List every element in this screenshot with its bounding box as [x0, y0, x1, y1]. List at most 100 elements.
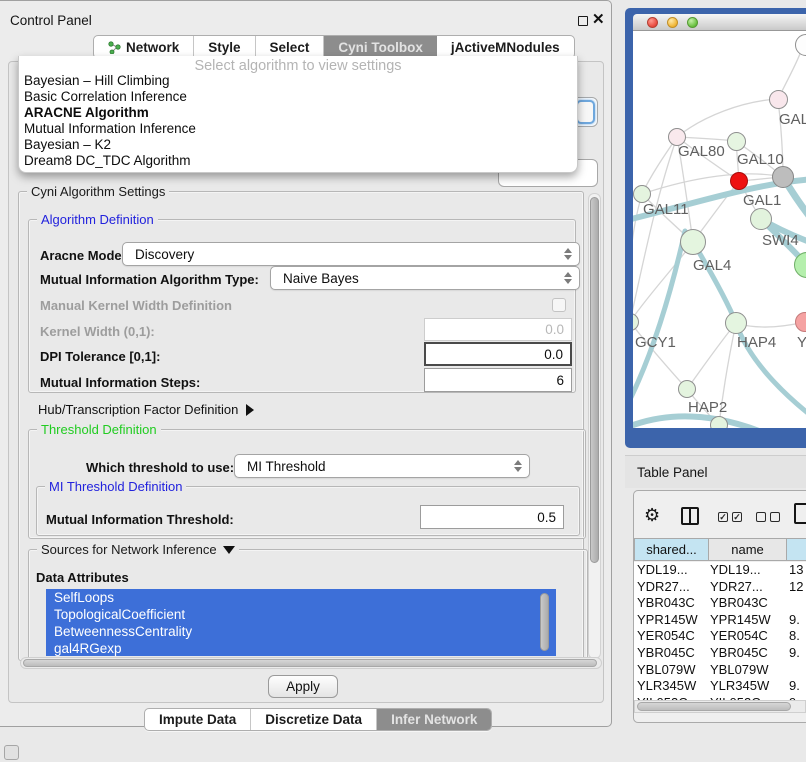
table-row[interactable]: YBR043C YBR043C [634, 595, 806, 612]
node-label: GAL1 [743, 192, 781, 209]
tab-impute-data[interactable]: Impute Data [145, 709, 251, 730]
chevron-down-icon [223, 546, 235, 554]
deselect-all-columns-icon[interactable] [756, 512, 780, 522]
menu-item[interactable]: Dream8 DC_TDC Algorithm [19, 153, 577, 169]
menu-item-aracne[interactable]: ARACNE Algorithm [19, 105, 577, 121]
tab-discretize-data[interactable]: Discretize Data [251, 709, 377, 730]
mi-steps-label: Mutual Information Steps: [40, 375, 200, 390]
table-rows[interactable]: YDL19... YDL19... 13 YDR27... YDR27... 1… [634, 562, 806, 700]
table-row[interactable]: YLR345W YLR345W 9. [634, 678, 806, 695]
table-row[interactable]: YBR045C YBR045C 9. [634, 645, 806, 662]
tab-style[interactable]: Style [194, 36, 255, 58]
column-header-shared[interactable]: shared... [634, 538, 709, 561]
node-gray[interactable] [772, 166, 794, 188]
tab-infer-network[interactable]: Infer Network [377, 709, 491, 730]
spinner-arrows-icon [564, 272, 572, 284]
table-hscrollbar-thumb[interactable] [637, 702, 791, 711]
menu-item[interactable]: Mutual Information Inference [19, 121, 577, 137]
dpi-tolerance-label: DPI Tolerance [0,1]: [40, 349, 160, 364]
collapsed-panel-icon[interactable] [4, 745, 19, 760]
node-gal10[interactable] [727, 132, 746, 151]
network-icon [108, 41, 121, 54]
table-row[interactable]: YBL079W YBL079W [634, 662, 806, 679]
node-label: HAP4 [737, 334, 776, 351]
aracne-mode-combobox[interactable]: Discovery [122, 242, 580, 266]
chevron-right-icon [246, 404, 254, 416]
dpi-tolerance-field[interactable]: 0.0 [424, 342, 572, 366]
node-label: GAL [779, 111, 806, 128]
settings-vertical-scrollbar[interactable] [588, 193, 601, 659]
sources-group-title-row[interactable]: Sources for Network Inference [37, 542, 239, 557]
settings-horizontal-scrollbar[interactable] [20, 657, 602, 669]
tab-select[interactable]: Select [256, 36, 325, 58]
table-panel-title: Table Panel [637, 465, 708, 480]
gear-icon[interactable]: ⚙ [644, 506, 660, 524]
zoom-traffic-light[interactable] [687, 17, 698, 28]
tab-network[interactable]: Network [94, 36, 194, 58]
node-label: GAL11 [643, 201, 689, 218]
table-row[interactable]: YPR145W YPR145W 9. [634, 612, 806, 629]
export-table-icon[interactable] [794, 503, 806, 524]
aracne-mode-value: Discovery [135, 247, 194, 262]
which-threshold-combobox[interactable]: MI Threshold [234, 454, 530, 478]
combobox-spinner-focused[interactable] [576, 100, 595, 124]
table-row[interactable]: YER054C YER054C 8. [634, 628, 806, 645]
list-item[interactable]: gal4RGexp [46, 640, 556, 656]
algorithm-definition-title: Algorithm Definition [37, 212, 158, 227]
column-header-name[interactable]: name [708, 538, 787, 561]
attributes-scrollbar-thumb[interactable] [540, 593, 549, 651]
node-label: GAL80 [678, 143, 725, 160]
hscrollbar-thumb[interactable] [23, 659, 597, 667]
list-item[interactable]: TopologicalCoefficient [46, 606, 556, 623]
algorithm-dropdown-popup: Select algorithm to view settings Bayesi… [18, 56, 578, 173]
control-panel-title: Control Panel [10, 13, 92, 28]
manual-kernel-label: Manual Kernel Width Definition [40, 298, 232, 313]
node-gal1[interactable] [730, 172, 748, 190]
list-item[interactable]: BetweennessCentrality [46, 623, 556, 640]
tab-cyni-toolbox[interactable]: Cyni Toolbox [324, 36, 437, 58]
node-bottom-partial[interactable] [710, 416, 728, 428]
table-row[interactable]: YDR27... YDR27... 12 [634, 579, 806, 596]
kernel-width-field[interactable]: 0.0 [424, 318, 572, 341]
minimize-traffic-light[interactable] [667, 17, 678, 28]
hub-definition-expander[interactable]: Hub/Transcription Factor Definition [38, 402, 254, 417]
manual-kernel-checkbox[interactable] [552, 298, 566, 312]
aracne-mode-label: Aracne Mode: [40, 248, 126, 263]
network-window-titlebar[interactable] [633, 14, 806, 31]
settings-scrollbar-thumb[interactable] [590, 197, 599, 563]
node-label: GAL10 [737, 151, 784, 168]
settings-group-title: Cyni Algorithm Settings [27, 184, 169, 199]
mi-type-combobox[interactable]: Naive Bayes [270, 266, 580, 290]
network-canvas[interactable]: GAL GAL80 GAL10 GAL1 GAL11 SWI4 GAL4 GCY… [633, 31, 806, 428]
split-columns-icon[interactable] [681, 507, 699, 525]
apply-button[interactable]: Apply [268, 675, 338, 698]
kernel-width-label: Kernel Width (0,1): [40, 324, 155, 339]
node-label: Y [797, 334, 806, 351]
menu-item[interactable]: Bayesian – K2 [19, 137, 577, 153]
node-gal-partial[interactable] [769, 90, 788, 109]
table-horizontal-scrollbar[interactable] [634, 700, 806, 713]
data-attributes-list[interactable]: SelfLoops TopologicalCoefficient Between… [46, 589, 556, 656]
float-window-icon[interactable] [578, 16, 588, 26]
node-swi4[interactable] [750, 208, 772, 230]
algorithm-placeholder: Select algorithm to view settings [19, 56, 577, 73]
close-traffic-light[interactable] [647, 17, 658, 28]
mi-threshold-field[interactable]: 0.5 [420, 505, 564, 529]
node-hap2[interactable] [678, 380, 696, 398]
network-view-window: GAL GAL80 GAL10 GAL1 GAL11 SWI4 GAL4 GCY… [625, 8, 806, 448]
table-row[interactable]: YDL19... YDL19... 13 [634, 562, 806, 579]
spinner-arrows-icon [514, 460, 522, 472]
column-header-partial[interactable] [786, 538, 806, 561]
node-hap4[interactable] [725, 312, 747, 334]
table-panel-header: Table Panel [625, 455, 806, 488]
mi-type-label: Mutual Information Algorithm Type: [40, 272, 259, 287]
list-item[interactable]: SelfLoops [46, 589, 556, 606]
hub-definition-label: Hub/Transcription Factor Definition [38, 402, 238, 417]
close-icon[interactable]: ✕ [592, 10, 605, 28]
select-all-columns-icon[interactable]: ✓✓ [718, 512, 742, 522]
menu-item[interactable]: Basic Correlation Inference [19, 89, 577, 105]
menu-item[interactable]: Bayesian – Hill Climbing [19, 73, 577, 89]
node-gal4[interactable] [680, 229, 706, 255]
tab-jactivemnodules[interactable]: jActiveMNodules [437, 36, 574, 58]
mi-steps-field[interactable]: 6 [424, 368, 572, 392]
